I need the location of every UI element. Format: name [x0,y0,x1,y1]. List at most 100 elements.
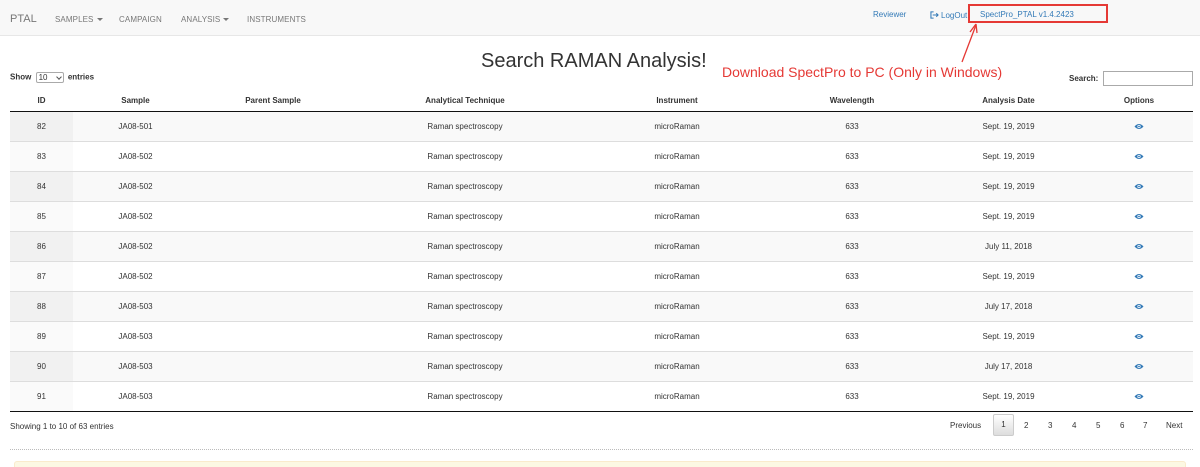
cell-id: 89 [10,320,73,351]
cell-sample: JA08-502 [73,170,198,201]
page-4[interactable]: 4 [1072,421,1076,430]
cell-wavelength: 633 [772,110,932,141]
reviewer-link[interactable]: Reviewer [873,10,906,19]
pagination-previous[interactable]: Previous [950,421,981,430]
cell-options [1085,320,1193,351]
cell-technique: Raman spectroscopy [348,110,582,141]
cell-sample: JA08-503 [73,350,198,381]
cell-parent-sample [198,320,348,351]
cell-instrument: microRaman [582,230,772,261]
cell-options [1085,140,1193,171]
cell-sample: JA08-502 [73,140,198,171]
header-analysis-date[interactable]: Analysis Date [932,90,1085,112]
eye-icon[interactable] [1134,243,1144,250]
table-row: 88 JA08-503 Raman spectroscopy microRaman 63… [10,290,1193,321]
cell-instrument: microRaman [582,380,772,412]
header-instrument[interactable]: Instrument [582,90,772,112]
cell-instrument: microRaman [582,290,772,321]
eye-icon[interactable] [1134,123,1144,130]
table-row: 85 JA08-502 Raman spectroscopy microRaman 63… [10,200,1193,231]
nav-instruments[interactable]: INSTRUMENTS [247,15,306,24]
cell-technique: Raman spectroscopy [348,170,582,201]
nav-samples[interactable]: SAMPLES [55,15,103,24]
cell-technique: Raman spectroscopy [348,350,582,381]
page-3[interactable]: 3 [1048,421,1052,430]
table-row: 82 JA08-501 Raman spectroscopy microRaman 63… [10,110,1193,141]
cell-instrument: microRaman [582,200,772,231]
page-1-active[interactable]: 1 [993,414,1014,436]
cell-wavelength: 633 [772,230,932,261]
eye-icon[interactable] [1134,393,1144,400]
cell-instrument: microRaman [582,110,772,141]
cell-wavelength: 633 [772,260,932,291]
cell-parent-sample [198,140,348,171]
cell-instrument: microRaman [582,350,772,381]
cell-sample: JA08-503 [73,380,198,412]
cell-parent-sample [198,170,348,201]
eye-icon[interactable] [1134,273,1144,280]
cell-wavelength: 633 [772,200,932,231]
show-label: Show [10,72,32,82]
entries-label: entries [67,72,95,82]
cell-options [1085,230,1193,261]
header-sample[interactable]: Sample [73,90,198,112]
table-row: 89 JA08-503 Raman spectroscopy microRaman 63… [10,320,1193,351]
eye-icon[interactable] [1134,333,1144,340]
cell-sample: JA08-502 [73,260,198,291]
page-size-select[interactable]: 10 [35,72,64,83]
spectpro-highlight-box: SpectPro_PTAL v1.4.2423 [968,4,1108,23]
cell-instrument: microRaman [582,140,772,171]
page-title: Search RAMAN Analysis! [481,50,707,72]
page-2[interactable]: 2 [1024,421,1028,430]
cell-technique: Raman spectroscopy [348,320,582,351]
eye-icon[interactable] [1134,153,1144,160]
chevron-down-icon [55,74,62,80]
header-parent-sample[interactable]: Parent Sample [198,90,348,112]
annotation-text: Download SpectPro to PC (Only in Windows… [722,64,1003,80]
cell-id: 88 [10,290,73,321]
table-row: 83 JA08-502 Raman spectroscopy microRaman 63… [10,140,1193,171]
header-wavelength[interactable]: Wavelength [772,90,932,112]
table-row: 87 JA08-502 Raman spectroscopy microRaman 63… [10,260,1193,291]
cell-parent-sample [198,230,348,261]
cell-id: 91 [10,380,73,412]
cell-parent-sample [198,290,348,321]
cell-technique: Raman spectroscopy [348,290,582,321]
table-row: 86 JA08-502 Raman spectroscopy microRaman 63… [10,230,1193,261]
cell-date: Sept. 19, 2019 [932,380,1085,412]
cell-date: Sept. 19, 2019 [932,200,1085,231]
header-analytical-technique[interactable]: Analytical Technique [348,90,582,112]
cell-date: July 11, 2018 [932,230,1085,261]
cell-parent-sample [198,350,348,381]
cell-wavelength: 633 [772,320,932,351]
spectpro-download-link[interactable]: SpectPro_PTAL v1.4.2423 [980,10,1074,19]
logout-label: LogOut [941,11,968,20]
eye-icon[interactable] [1134,303,1144,310]
pagination-next[interactable]: Next [1166,421,1182,430]
cell-parent-sample [198,380,348,412]
cell-date: Sept. 19, 2019 [932,170,1085,201]
cell-sample: JA08-502 [73,230,198,261]
table-info: Showing 1 to 10 of 63 entries [10,422,114,431]
cell-wavelength: 633 [772,290,932,321]
page-6[interactable]: 6 [1120,421,1124,430]
page-7[interactable]: 7 [1143,421,1147,430]
eye-icon[interactable] [1134,213,1144,220]
header-id[interactable]: ID [10,90,73,112]
cell-id: 86 [10,230,73,261]
nav-analysis[interactable]: ANALYSIS [181,15,230,24]
logout-link[interactable]: LogOut [930,11,967,20]
page-5[interactable]: 5 [1096,421,1100,430]
brand-link[interactable]: PTAL [10,13,37,25]
cell-wavelength: 633 [772,380,932,412]
nav-campaign[interactable]: CAMPAIGN [119,15,162,24]
cell-options [1085,110,1193,141]
alert-box [14,461,1186,467]
cell-instrument: microRaman [582,260,772,291]
eye-icon[interactable] [1134,183,1144,190]
cell-wavelength: 633 [772,140,932,171]
eye-icon[interactable] [1134,363,1144,370]
search-input[interactable] [1103,71,1193,86]
cell-technique: Raman spectroscopy [348,380,582,412]
cell-technique: Raman spectroscopy [348,230,582,261]
